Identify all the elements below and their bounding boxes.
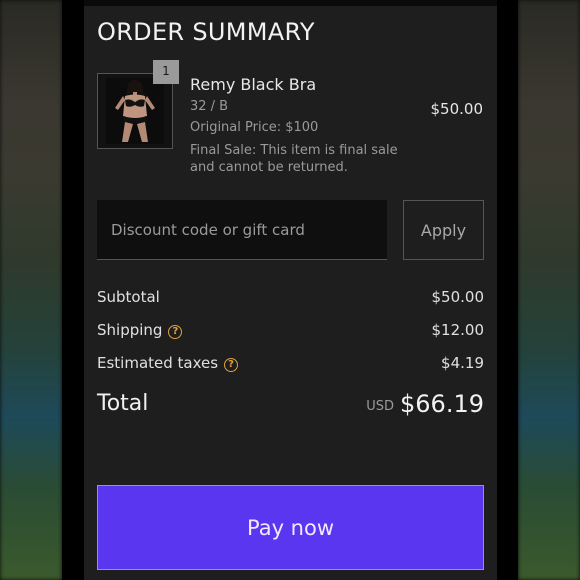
quantity-badge: 1 xyxy=(153,60,179,84)
order-summary-title: ORDER SUMMARY xyxy=(97,18,315,46)
item-variant: 32 / B xyxy=(190,99,229,114)
total-label: Total xyxy=(97,391,149,416)
shipping-help-icon[interactable]: ? xyxy=(168,325,183,339)
apply-button[interactable]: Apply xyxy=(403,200,484,260)
discount-code-input[interactable] xyxy=(97,200,387,260)
item-price: $50.00 xyxy=(430,100,484,118)
final-sale-note: Final Sale: This item is final sale and … xyxy=(190,143,398,175)
taxes-label: Estimated taxes xyxy=(97,354,219,372)
shipping-value: $12.00 xyxy=(431,321,485,339)
shipping-label: Shipping xyxy=(97,321,163,339)
backdrop: ORDER SUMMARY 1 Remy Black Bra 32 / B Or… xyxy=(0,0,580,580)
total-currency: USD xyxy=(366,399,394,414)
total-value: $66.19 xyxy=(400,390,484,418)
background-right-edge xyxy=(497,0,518,580)
item-original-price: Original Price: $100 xyxy=(190,120,319,135)
pay-now-button[interactable]: Pay now xyxy=(97,485,484,570)
product-thumbnail xyxy=(97,73,173,149)
background-right-blur xyxy=(518,0,580,580)
subtotal-value: $50.00 xyxy=(431,288,485,306)
background-left-blur xyxy=(0,0,62,580)
taxes-value: $4.19 xyxy=(441,354,484,372)
background-left-edge xyxy=(62,0,84,580)
taxes-help-icon[interactable]: ? xyxy=(224,358,239,372)
order-summary-panel: ORDER SUMMARY 1 Remy Black Bra 32 / B Or… xyxy=(84,6,497,580)
product-photo-icon xyxy=(106,78,164,144)
item-name: Remy Black Bra xyxy=(190,75,317,94)
subtotal-label: Subtotal xyxy=(97,288,160,306)
